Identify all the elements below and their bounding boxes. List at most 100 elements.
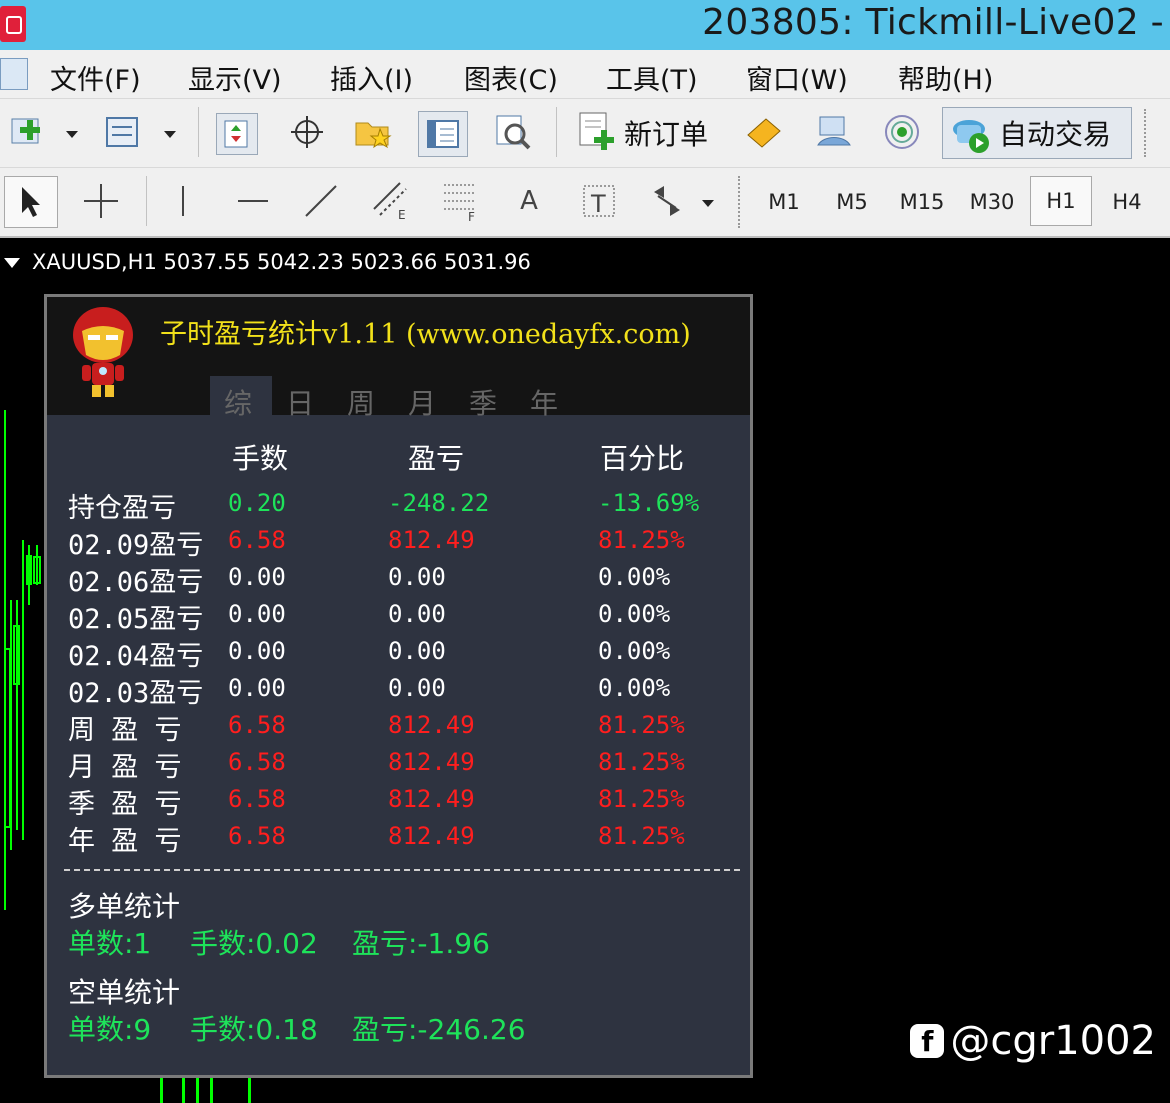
panel-title: 子时盈亏统计v1.11 (www.onedayfx.com): [160, 319, 691, 350]
row-pnl: 0.00: [388, 637, 446, 665]
arrows-dropdown-icon[interactable]: [702, 200, 714, 207]
menu-charts[interactable]: 图表(C): [464, 58, 558, 97]
short-stats-title: 空单统计: [68, 976, 181, 1009]
menu-file[interactable]: 文件(F): [50, 58, 141, 97]
auto-trading-icon: [953, 120, 989, 153]
auto-trading-label: 自动交易: [999, 118, 1112, 151]
profiles-dropdown-icon[interactable]: [164, 131, 176, 138]
row-label: 02.06盈亏: [68, 567, 204, 598]
trendline-icon[interactable]: [302, 182, 340, 220]
vertical-line-icon[interactable]: [164, 182, 202, 220]
arrow-cursor-icon: [22, 187, 40, 217]
short-stats-pnl: 盈亏:-246.26: [352, 1013, 526, 1046]
strategy-tester-icon[interactable]: [494, 113, 532, 151]
row-percent: -13.69%: [598, 489, 700, 517]
profiles-icon[interactable]: [104, 113, 142, 151]
timeframe-m15[interactable]: M15: [892, 178, 952, 226]
toolbar-grip[interactable]: [1144, 109, 1150, 157]
row-lots: 0.00: [228, 637, 286, 665]
menu-view[interactable]: 显示(V): [188, 58, 282, 97]
metaeditor-icon[interactable]: [744, 113, 782, 151]
window-title: 203805: Tickmill-Live02 - T: [702, 2, 1170, 43]
auto-trading-button[interactable]: 自动交易: [942, 107, 1132, 159]
menu-window[interactable]: 窗口(W): [746, 58, 848, 97]
row-pnl: 812.49: [388, 822, 475, 850]
tab-quarter[interactable]: 季: [469, 382, 497, 422]
ironman-avatar-icon: [70, 303, 136, 399]
signals-icon[interactable]: [882, 113, 920, 151]
candle: [4, 648, 11, 828]
navigator-icon[interactable]: [354, 113, 392, 151]
row-lots: 6.58: [228, 822, 286, 850]
toolbar-grip[interactable]: [738, 176, 744, 228]
long-stats-pnl: 盈亏:-1.96: [352, 927, 490, 960]
row-label: 年 盈 亏: [68, 826, 182, 857]
row-lots: 6.58: [228, 526, 286, 554]
row-label: 持仓盈亏: [68, 493, 176, 524]
row-lots: 0.00: [228, 600, 286, 628]
terminal-icon[interactable]: [418, 111, 468, 157]
row-label: 季 盈 亏: [68, 789, 182, 820]
row-percent: 81.25%: [598, 711, 685, 739]
new-order-button[interactable]: 新订单: [576, 111, 708, 155]
market-watch-icon[interactable]: [216, 113, 258, 155]
tab-day[interactable]: 日: [286, 382, 314, 422]
new-order-label: 新订单: [624, 118, 709, 151]
svg-text:T: T: [590, 190, 606, 218]
row-percent: 81.25%: [598, 822, 685, 850]
row-percent: 81.25%: [598, 785, 685, 813]
crosshair-icon[interactable]: [288, 113, 326, 151]
menu-help[interactable]: 帮助(H): [898, 58, 993, 97]
timeframe-m30[interactable]: M30: [962, 178, 1022, 226]
menu-insert[interactable]: 插入(I): [330, 58, 413, 97]
watermark-text: @cgr1002: [950, 1018, 1156, 1064]
cursor-tool[interactable]: [4, 176, 58, 228]
timeframe-m5[interactable]: M5: [824, 178, 880, 226]
chart-window-icon[interactable]: [0, 58, 28, 90]
text-tool-icon[interactable]: A: [510, 182, 548, 220]
menu-tools[interactable]: 工具(T): [606, 58, 698, 97]
row-lots: 6.58: [228, 748, 286, 776]
tab-month[interactable]: 月: [408, 382, 436, 422]
candle: [248, 1078, 251, 1103]
tab-week[interactable]: 周: [347, 382, 375, 422]
tab-year[interactable]: 年: [530, 382, 558, 422]
new-chart-dropdown-icon[interactable]: [66, 131, 78, 138]
fibonacci-icon[interactable]: F: [440, 180, 478, 221]
watermark: f @cgr1002: [910, 1018, 1156, 1064]
row-label: 02.03盈亏: [68, 678, 204, 709]
timeframe-m1[interactable]: M1: [756, 178, 812, 226]
menu-bar: 文件(F) 显示(V) 插入(I) 图表(C) 工具(T) 窗口(W) 帮助(H…: [0, 50, 1170, 99]
column-header-lots: 手数: [232, 442, 289, 475]
svg-text:F: F: [468, 210, 475, 221]
standard-toolbar: 新订单 自动交易: [0, 99, 1170, 287]
row-percent: 81.25%: [598, 526, 685, 554]
row-pnl: 0.00: [388, 600, 446, 628]
timeframe-h4[interactable]: H4: [1098, 178, 1156, 226]
facebook-icon: f: [910, 1024, 945, 1058]
app-logo-icon[interactable]: [0, 6, 26, 42]
horizontal-line-icon[interactable]: [234, 182, 272, 220]
new-chart-icon[interactable]: [8, 113, 46, 151]
timeframe-h1[interactable]: H1: [1030, 176, 1092, 226]
row-pnl: 0.00: [388, 674, 446, 702]
options-icon[interactable]: [814, 113, 852, 151]
row-pnl: 0.00: [388, 563, 446, 591]
candle: [33, 556, 41, 584]
row-label: 02.04盈亏: [68, 641, 204, 672]
equidistant-channel-icon[interactable]: E: [370, 180, 408, 221]
text-label-icon[interactable]: T: [580, 182, 618, 220]
title-bar: 203805: Tickmill-Live02 - T: [0, 0, 1170, 50]
row-pnl: 812.49: [388, 748, 475, 776]
row-pnl: 812.49: [388, 785, 475, 813]
row-percent: 0.00%: [598, 600, 671, 628]
crosshair-tool-icon[interactable]: [82, 182, 120, 220]
row-lots: 6.58: [228, 711, 286, 739]
collapse-triangle-icon[interactable]: [4, 258, 20, 268]
row-percent: 0.00%: [598, 637, 671, 665]
candle: [160, 1078, 163, 1103]
tab-overview[interactable]: 综: [224, 382, 252, 422]
toolbar-separator: [556, 107, 557, 157]
row-lots: 0.20: [228, 489, 286, 517]
arrows-tool-icon[interactable]: [648, 182, 686, 220]
